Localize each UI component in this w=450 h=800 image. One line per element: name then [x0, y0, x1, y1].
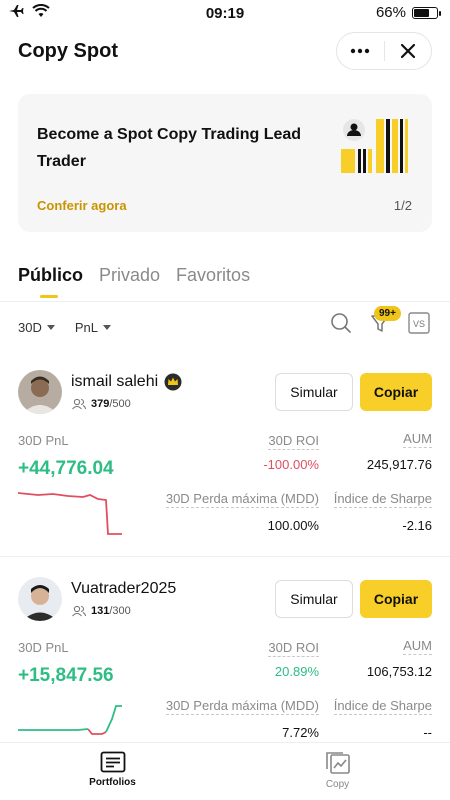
caret-down-icon: [46, 325, 55, 330]
header-actions: [336, 32, 432, 70]
crown-badge-icon: [164, 373, 182, 391]
card-divider: [0, 556, 450, 557]
tab-publico[interactable]: Público: [18, 265, 83, 298]
trader-card[interactable]: Vuatrader2025 131/300 Simular Copiar 30D…: [0, 567, 450, 742]
copy-button[interactable]: Copiar: [360, 580, 432, 618]
metric-dropdown[interactable]: PnL: [75, 320, 111, 335]
mdd-label: 30D Perda máxima (MDD): [165, 491, 319, 508]
sharpe-label: Índice de Sharpe: [333, 698, 432, 715]
aum-value: 245,917.76: [366, 457, 432, 472]
trader-name: Vuatrader2025: [71, 580, 177, 597]
roi-label: 30D ROI: [268, 640, 319, 657]
page-title: Copy Spot: [18, 40, 118, 62]
trader-name: ismail salehi: [71, 373, 159, 390]
page-header: Copy Spot: [0, 30, 450, 74]
versus-icon: VS: [408, 312, 430, 334]
mdd-label: 30D Perda máxima (MDD): [165, 698, 319, 715]
roi-label: 30D ROI: [268, 433, 319, 450]
pnl-value: +15,847.56: [18, 665, 114, 686]
followers-count: 379: [91, 398, 110, 410]
tabs-divider: [0, 301, 450, 302]
nav-copy[interactable]: Copy: [225, 743, 450, 800]
banner-page-indicator: 1/2: [393, 198, 412, 213]
metric-value: PnL: [74, 320, 98, 335]
mdd-value: 7.72%: [282, 725, 319, 740]
nav-portfolios-label: Portfolios: [89, 777, 136, 788]
pnl-label: 30D PnL: [18, 433, 69, 448]
promo-banner[interactable]: Become a Spot Copy Trading Lead Trader C…: [18, 94, 432, 232]
pnl-sparkline: [18, 492, 122, 535]
followers-icon: [72, 605, 87, 617]
copy-chart-icon: [325, 752, 350, 774]
nav-copy-label: Copy: [325, 779, 350, 790]
battery-percent: 66%: [375, 4, 406, 21]
status-bar: 09:19 66%: [0, 0, 450, 26]
period-dropdown[interactable]: 30D: [18, 320, 55, 335]
search-icon: [331, 313, 351, 333]
avatar: [18, 577, 62, 621]
roi-value: -100.00%: [263, 457, 319, 472]
bottom-nav: Portfolios Copy: [0, 742, 450, 800]
period-value: 30D: [18, 320, 42, 335]
simulate-button[interactable]: Simular: [275, 373, 353, 411]
search-button[interactable]: [330, 312, 352, 339]
sharpe-label: Índice de Sharpe: [333, 491, 432, 508]
followers-max: /300: [109, 605, 131, 617]
close-button[interactable]: [385, 33, 432, 69]
more-button[interactable]: [337, 33, 384, 69]
caret-down-icon: [103, 325, 111, 330]
tab-privado[interactable]: Privado: [99, 265, 160, 298]
mdd-value: 100.00%: [267, 518, 319, 533]
trader-card[interactable]: ismail salehi 379/500 Simular Copiar 30D…: [0, 360, 450, 556]
aum-label: AUM: [403, 431, 432, 448]
svg-text:VS: VS: [413, 319, 425, 329]
tab-favoritos[interactable]: Favoritos: [176, 265, 250, 298]
roi-value: 20.89%: [274, 664, 319, 679]
portfolio-list-icon: [100, 751, 125, 773]
compare-button[interactable]: VS: [408, 312, 430, 339]
battery-icon: [412, 6, 441, 19]
filter-row: 30D PnL: [18, 320, 111, 335]
sharpe-value: --: [423, 725, 432, 740]
ellipsis-icon: [351, 48, 370, 54]
banner-text: Become a Spot Copy Trading Lead Trader: [37, 126, 302, 170]
avatar: [18, 370, 62, 414]
nav-portfolios[interactable]: Portfolios: [0, 743, 225, 800]
close-icon: [400, 43, 415, 59]
aum-label: AUM: [403, 638, 432, 655]
pnl-value: +44,776.04: [18, 458, 114, 479]
tool-icons: 99+ VS: [330, 306, 430, 339]
followers-count: 131: [91, 605, 110, 617]
pnl-label: 30D PnL: [18, 640, 69, 655]
followers-max: /500: [109, 398, 131, 410]
banner-link[interactable]: Conferir agora: [37, 198, 127, 213]
filter-button[interactable]: 99+: [370, 306, 401, 339]
simulate-button[interactable]: Simular: [275, 580, 353, 618]
pnl-sparkline: [18, 705, 122, 735]
trader-tabs: Público Privado Favoritos: [18, 265, 250, 298]
banner-illustration: [341, 119, 408, 173]
copy-button[interactable]: Copiar: [360, 373, 432, 411]
filter-badge: 99+: [374, 306, 401, 321]
aum-value: 106,753.12: [366, 664, 432, 679]
followers-icon: [72, 398, 87, 410]
sharpe-value: -2.16: [402, 518, 432, 533]
